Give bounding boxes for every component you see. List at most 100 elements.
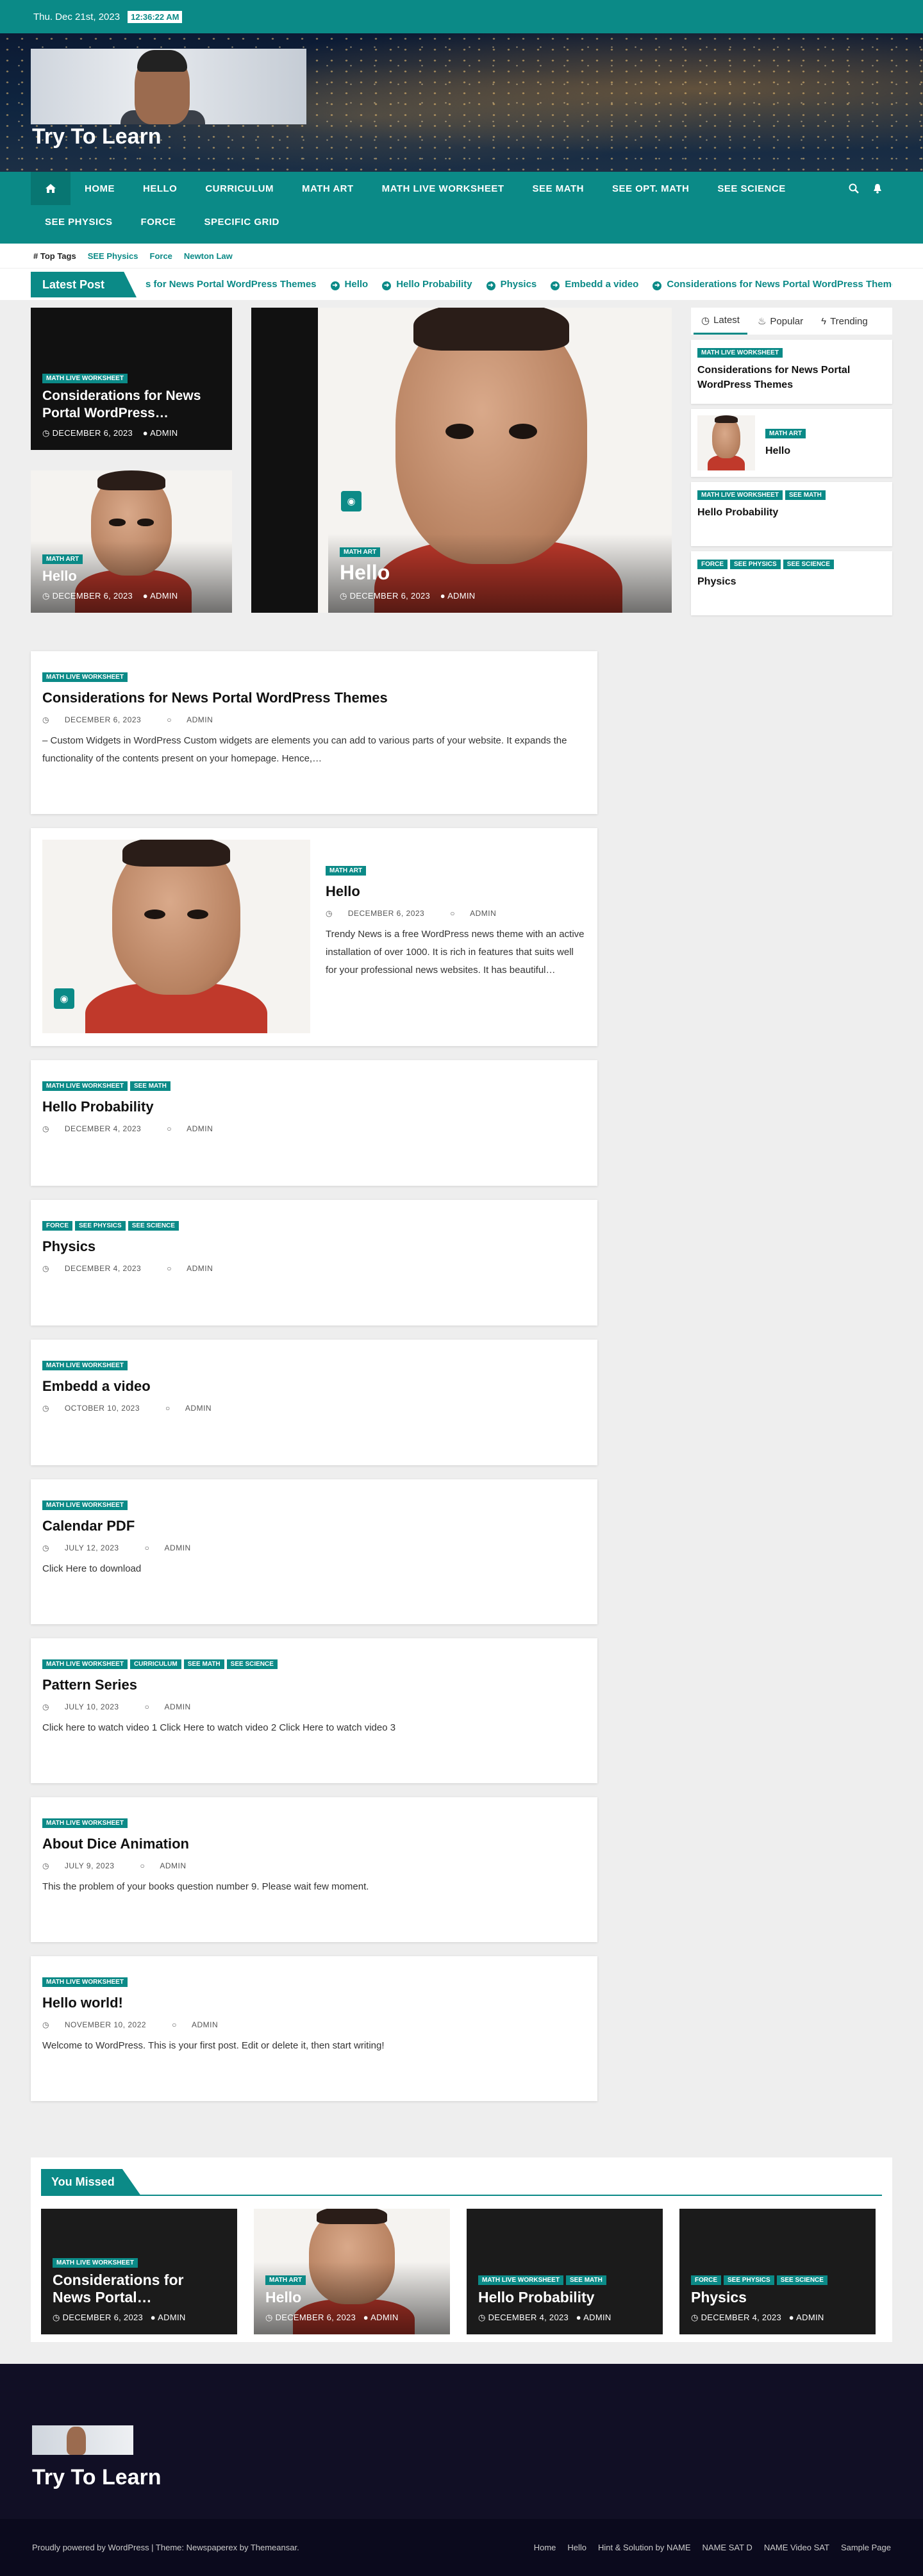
tab-popular[interactable]: ♨ Popular: [750, 309, 811, 333]
post-author[interactable]: Admin: [187, 1124, 213, 1133]
featured-title[interactable]: Considerations for News Portal WordPress…: [42, 387, 220, 422]
category-badge[interactable]: See Math: [565, 2275, 606, 2285]
tab-item-title[interactable]: Hello Probability: [697, 505, 886, 520]
category-badge[interactable]: Force: [42, 1221, 72, 1231]
category-badge[interactable]: Math Live Worksheet: [42, 1977, 128, 1987]
category-badge[interactable]: See Math: [785, 490, 826, 500]
missed-title[interactable]: Hello: [265, 2289, 438, 2306]
nav-item-see-physics[interactable]: See Physics: [31, 205, 127, 238]
nav-item-math-art[interactable]: Math Art: [288, 172, 368, 205]
post-author[interactable]: Admin: [150, 428, 178, 438]
category-badge[interactable]: Math Live Worksheet: [42, 1081, 128, 1091]
category-badge[interactable]: Curriculum: [129, 1659, 181, 1669]
tab-trending[interactable]: ϟ Trending: [813, 310, 876, 333]
post-author[interactable]: Admin: [192, 2020, 218, 2029]
ticker-item[interactable]: ➜ Physics: [486, 279, 536, 290]
nav-item-math-live-worksheet[interactable]: Math Live Worksheet: [368, 172, 519, 205]
tab-item-title[interactable]: Physics: [697, 574, 886, 589]
post-author[interactable]: Admin: [187, 715, 213, 724]
ticker-item[interactable]: ➜ Hello: [330, 279, 368, 290]
post-thumbnail[interactable]: ◉: [42, 840, 310, 1033]
footer-link[interactable]: Sample Page: [841, 2543, 891, 2552]
post-author[interactable]: Admin: [165, 1543, 191, 1552]
category-badge[interactable]: See Math: [183, 1659, 224, 1669]
post-title[interactable]: Pattern Series: [42, 1677, 586, 1693]
ticker-item[interactable]: ➜ Hello Probability: [382, 279, 472, 290]
missed-card[interactable]: Math Live Worksheet Considerations for N…: [41, 2209, 237, 2334]
category-badge[interactable]: See Science: [226, 1659, 278, 1669]
category-badge[interactable]: Math Live Worksheet: [478, 2275, 563, 2285]
category-badge[interactable]: Math Art: [326, 866, 367, 876]
tab-list-item[interactable]: Math Live Worksheet See Math Hello Probab…: [691, 482, 892, 546]
category-badge[interactable]: Math Art: [42, 554, 83, 564]
post-author[interactable]: Admin: [187, 1264, 213, 1273]
post-title[interactable]: Calendar PDF: [42, 1518, 586, 1534]
featured-card[interactable]: Math Live Worksheet Considerations for N…: [31, 308, 232, 450]
post-title[interactable]: Embedd a video: [42, 1378, 586, 1395]
tab-list-item[interactable]: Math Live Worksheet Considerations for N…: [691, 340, 892, 404]
ticker-item[interactable]: ➜ Embedd a video: [551, 279, 638, 290]
nav-item-see-opt-math[interactable]: See Opt. Math: [598, 172, 703, 205]
nav-item-see-science[interactable]: See Science: [703, 172, 799, 205]
category-badge[interactable]: See Physics: [75, 1221, 126, 1231]
missed-card[interactable]: Math Live Worksheet See Math Hello Probab…: [467, 2209, 663, 2334]
missed-card[interactable]: Force See Physics See Science Physics ◷ De…: [679, 2209, 876, 2334]
bell-icon[interactable]: [873, 183, 882, 194]
category-badge[interactable]: Math Live Worksheet: [42, 1361, 128, 1370]
category-badge[interactable]: See Science: [776, 2275, 827, 2285]
post-title[interactable]: Hello world!: [42, 1995, 586, 2011]
missed-title[interactable]: Hello Probability: [478, 2289, 651, 2306]
tag-link[interactable]: Force: [150, 251, 172, 261]
category-badge[interactable]: Math Art: [765, 429, 806, 439]
post-author[interactable]: Admin: [160, 1861, 186, 1870]
tab-item-title[interactable]: Hello: [765, 444, 808, 458]
nav-item-see-math[interactable]: See Math: [519, 172, 598, 205]
post-title[interactable]: About Dice Animation: [42, 1836, 586, 1852]
nav-item-home[interactable]: Home: [71, 172, 129, 205]
category-badge[interactable]: See Physics: [724, 2275, 774, 2285]
post-author[interactable]: Admin: [185, 1404, 212, 1413]
post-author[interactable]: Admin: [150, 591, 178, 601]
featured-title[interactable]: Hello: [340, 561, 660, 585]
ticker-item[interactable]: s for News Portal WordPress Themes: [146, 279, 316, 290]
category-badge[interactable]: Math Live Worksheet: [42, 374, 128, 383]
tab-list-item[interactable]: Math Art Hello: [691, 409, 892, 477]
missed-card[interactable]: Math Art Hello ◷ December 6, 2023 ● Admi…: [254, 2209, 450, 2334]
category-badge[interactable]: Math Live Worksheet: [42, 1659, 128, 1669]
category-badge[interactable]: See Physics: [730, 560, 781, 569]
footer-link[interactable]: Hello: [567, 2543, 586, 2552]
site-logo[interactable]: [31, 49, 306, 124]
nav-item-force[interactable]: Force: [127, 205, 190, 238]
footer-link[interactable]: Hint & Solution by NAME: [598, 2543, 691, 2552]
post-thumbnail[interactable]: [697, 415, 755, 470]
tab-latest[interactable]: ◷ Latest: [694, 308, 747, 335]
category-badge[interactable]: Math Art: [265, 2275, 306, 2285]
footer-logo[interactable]: [32, 2425, 133, 2455]
category-badge[interactable]: See Science: [128, 1221, 179, 1231]
category-badge[interactable]: Math Live Worksheet: [42, 1818, 128, 1828]
missed-title[interactable]: Physics: [691, 2289, 864, 2306]
nav-item-hello[interactable]: Hello: [129, 172, 191, 205]
footer-link[interactable]: NAME Video SAT: [764, 2543, 829, 2552]
category-badge[interactable]: Math Live Worksheet: [53, 2258, 138, 2268]
category-badge[interactable]: Math Live Worksheet: [42, 1500, 128, 1510]
tag-link[interactable]: Newton Law: [184, 251, 233, 261]
post-title[interactable]: Physics: [42, 1238, 586, 1255]
ticker-item[interactable]: ➜ Considerations for News Portal WordPres…: [653, 279, 892, 290]
nav-item-curriculum[interactable]: Curriculum: [191, 172, 288, 205]
category-badge[interactable]: Force: [697, 560, 728, 569]
category-badge[interactable]: Math Live Worksheet: [697, 490, 783, 500]
footer-site-title[interactable]: Try To Learn: [32, 2465, 162, 2490]
post-title[interactable]: Hello Probability: [42, 1099, 586, 1115]
post-author[interactable]: Admin: [470, 909, 496, 918]
footer-link[interactable]: NAME SAT D: [703, 2543, 753, 2552]
featured-card[interactable]: Math Art Hello ◷ December 6, 2023 ● Admi…: [31, 470, 232, 613]
category-badge[interactable]: See Science: [783, 560, 834, 569]
featured-title[interactable]: Hello: [42, 568, 220, 585]
category-badge[interactable]: See Math: [129, 1081, 170, 1091]
tag-link[interactable]: SEE Physics: [88, 251, 138, 261]
tab-list-item[interactable]: Force See Physics See Science Physics: [691, 551, 892, 615]
post-title[interactable]: Hello: [326, 883, 586, 900]
search-icon[interactable]: [849, 183, 859, 194]
site-title[interactable]: Try To Learn: [32, 124, 162, 149]
